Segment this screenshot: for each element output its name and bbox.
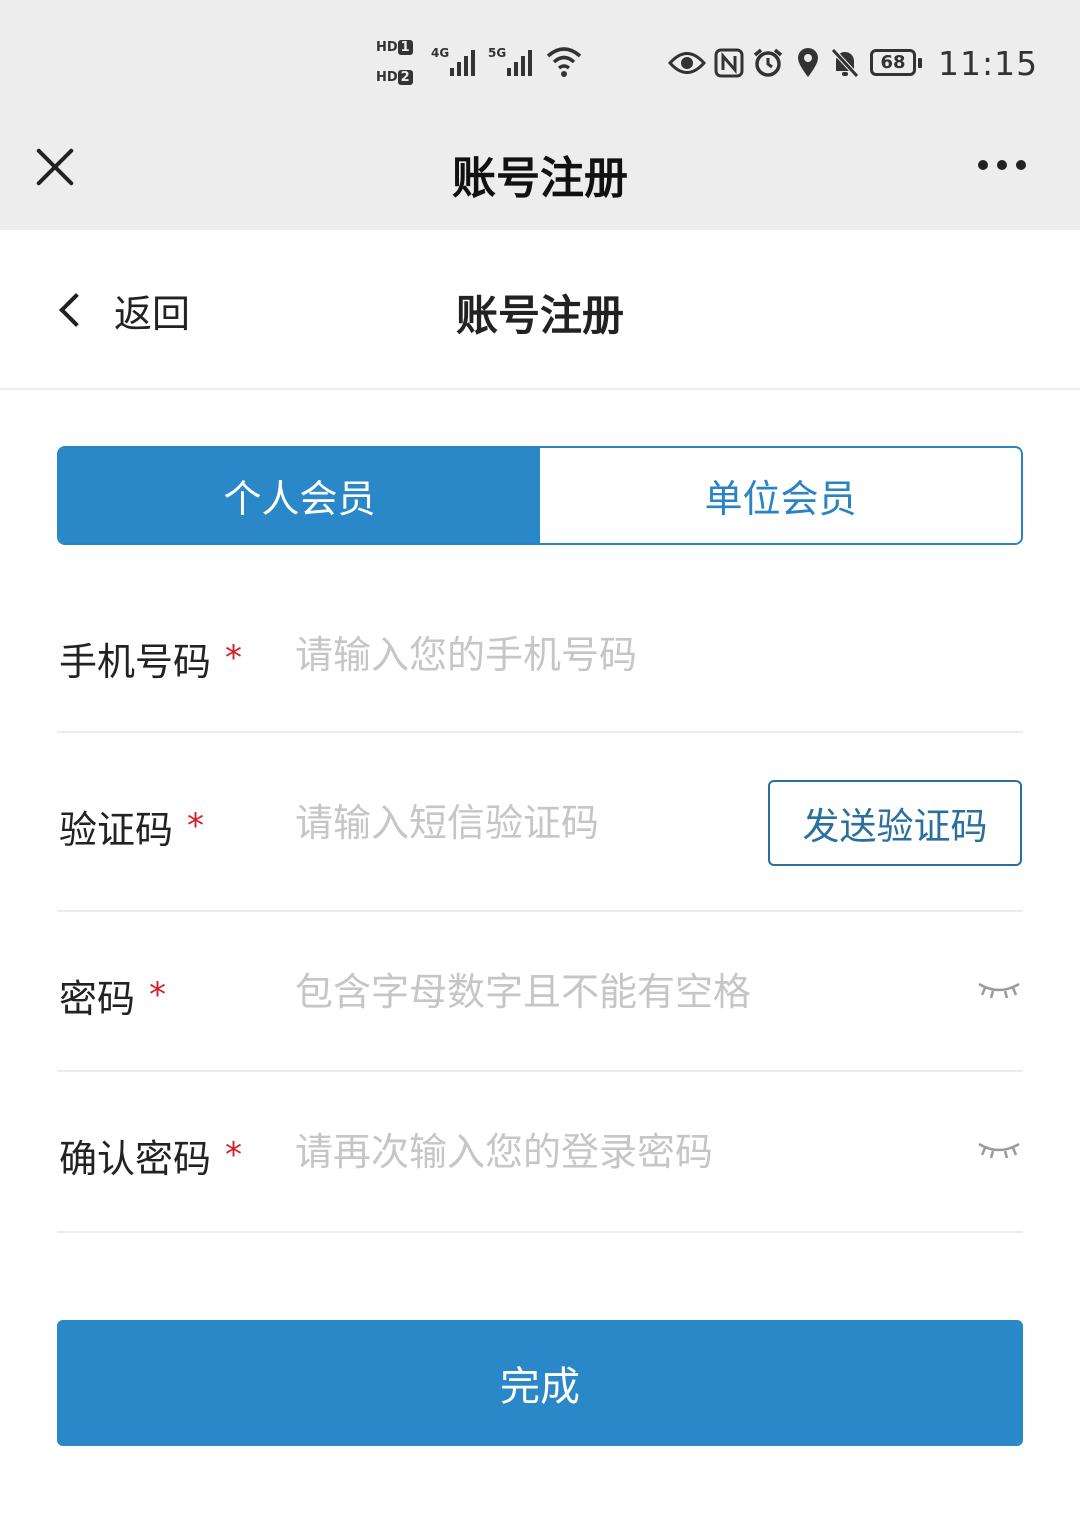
- send-code-button[interactable]: 发送验证码: [768, 780, 1022, 866]
- hd-sim2-indicator: HD 2: [376, 70, 416, 85]
- password-label-text: 密码: [59, 977, 136, 1021]
- password-input[interactable]: [295, 968, 915, 1016]
- network-5g-label: 5G: [488, 46, 507, 60]
- page-title: 账号注册: [455, 291, 624, 340]
- eye-closed-icon[interactable]: [977, 1138, 1021, 1162]
- mute-notification-icon: [831, 48, 859, 78]
- member-type-selector: 个人会员 单位会员: [57, 446, 1023, 545]
- sim1-badge: 1: [397, 40, 413, 55]
- confirm-password-label-text: 确认密码: [59, 1137, 212, 1181]
- clock: 11:15: [938, 44, 1039, 83]
- required-mark: *: [149, 975, 167, 1015]
- phone-row: 手机号码 *: [57, 575, 1023, 733]
- required-mark: *: [225, 1135, 243, 1175]
- app-bar-title: 账号注册: [452, 153, 628, 204]
- confirm-password-label: 确认密码 *: [59, 1128, 242, 1183]
- password-label: 密码 *: [59, 968, 166, 1023]
- required-mark: *: [225, 638, 243, 678]
- eye-closed-icon[interactable]: [977, 978, 1021, 1002]
- phone-label-text: 手机号码: [59, 640, 212, 684]
- battery-indicator: 68: [870, 49, 922, 76]
- signal-strength-icon: [507, 48, 532, 76]
- password-row: 密码 *: [57, 912, 1023, 1072]
- back-button[interactable]: 返回: [58, 282, 190, 338]
- nfc-icon: [714, 48, 744, 78]
- hd-label: HD: [376, 40, 398, 55]
- chevron-left-icon: [59, 293, 93, 327]
- sim2-badge: 2: [397, 70, 413, 85]
- phone-input[interactable]: [295, 631, 895, 679]
- code-label-text: 验证码: [59, 808, 174, 852]
- required-mark: *: [187, 806, 205, 846]
- app-bar: 账号注册: [0, 120, 1080, 230]
- alarm-icon: [753, 48, 783, 77]
- network-4g-label: 4G: [431, 46, 450, 60]
- hd-label: HD: [376, 70, 398, 85]
- tab-organization-member[interactable]: 单位会员: [540, 448, 1021, 543]
- confirm-password-row: 确认密码 *: [57, 1072, 1023, 1233]
- location-icon: [798, 48, 818, 77]
- tab-personal-member[interactable]: 个人会员: [59, 448, 540, 543]
- more-options-icon[interactable]: [978, 160, 1026, 170]
- confirm-password-input[interactable]: [295, 1128, 915, 1176]
- status-bar: HD 1 HD 2 4G 5G 68 11:15: [0, 0, 1080, 120]
- phone-label: 手机号码 *: [59, 631, 242, 686]
- submit-button[interactable]: 完成: [57, 1320, 1023, 1446]
- signal-strength-icon: [450, 48, 475, 76]
- verification-code-row: 验证码 * 发送验证码: [57, 733, 1023, 912]
- verification-code-input[interactable]: [295, 799, 735, 847]
- eye-comfort-icon: [668, 52, 706, 74]
- hd-sim1-indicator: HD 1: [376, 40, 416, 55]
- back-label: 返回: [114, 291, 191, 336]
- code-label: 验证码 *: [59, 799, 204, 854]
- page-header: 返回 账号注册: [0, 230, 1080, 390]
- close-icon[interactable]: [34, 147, 74, 187]
- wifi-icon: [546, 47, 582, 77]
